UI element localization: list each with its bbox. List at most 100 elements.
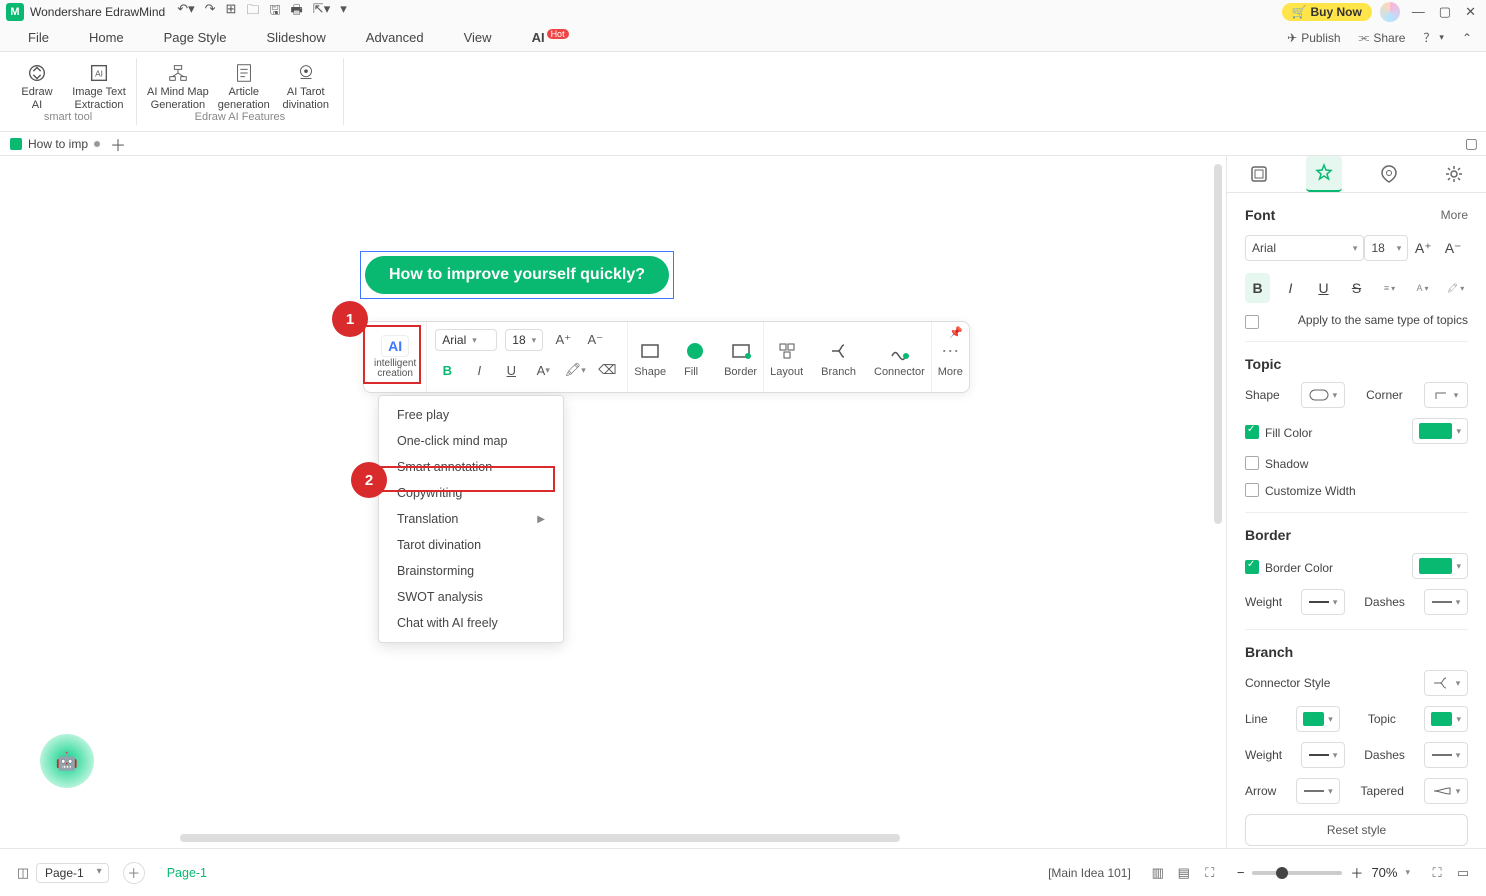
line-color[interactable]: ▾: [1296, 706, 1340, 732]
reset-style-button[interactable]: Reset style: [1245, 814, 1468, 846]
font-select[interactable]: Arial▾: [435, 329, 497, 351]
panel-tab-1[interactable]: [1241, 156, 1277, 192]
vertical-scrollbar[interactable]: [1214, 164, 1222, 524]
ai-item-brainstorming[interactable]: Brainstorming: [379, 558, 563, 584]
image-text-extraction-button[interactable]: AI Image TextExtraction: [72, 62, 126, 111]
increase-font-panel[interactable]: A⁺: [1408, 233, 1438, 263]
menu-pagestyle[interactable]: Page Style: [164, 30, 227, 45]
help-button[interactable]: ？▾: [1423, 29, 1444, 46]
outline-toggle-icon[interactable]: ◫: [14, 864, 32, 882]
ai-mindmap-button[interactable]: AI Mind MapGeneration: [147, 62, 209, 111]
shape-select[interactable]: ▾: [1301, 382, 1345, 408]
ai-item-swot[interactable]: SWOT analysis: [379, 584, 563, 610]
publish-button[interactable]: ✈Publish: [1287, 31, 1340, 45]
italic-button[interactable]: I: [467, 358, 491, 382]
zoom-out-button[interactable]: −: [1237, 865, 1245, 880]
ai-item-chat[interactable]: Chat with AI freely: [379, 610, 563, 636]
increase-font-icon[interactable]: A⁺: [551, 328, 575, 352]
italic-panel[interactable]: I: [1278, 273, 1303, 303]
panel-tab-2-style[interactable]: [1306, 156, 1342, 192]
panel-tab-4[interactable]: [1436, 156, 1472, 192]
menu-advanced[interactable]: Advanced: [366, 30, 424, 45]
active-page-tab[interactable]: Page-1: [167, 866, 207, 880]
zoom-slider[interactable]: [1252, 871, 1342, 875]
save-icon[interactable]: 🖫: [269, 1, 280, 23]
user-avatar[interactable]: [1380, 2, 1400, 22]
font-size-select[interactable]: 18▾: [505, 329, 543, 351]
add-tab-button[interactable]: ＋: [110, 132, 126, 156]
menu-slideshow[interactable]: Slideshow: [267, 30, 326, 45]
menu-file[interactable]: File: [28, 30, 49, 45]
branch-button[interactable]: Branch: [815, 330, 862, 384]
shape-button[interactable]: Shape: [628, 330, 672, 384]
horizontal-scrollbar[interactable]: [180, 834, 900, 842]
border-button[interactable]: Border: [718, 330, 763, 384]
ai-item-translation[interactable]: Translation▶: [379, 506, 563, 532]
buy-now-button[interactable]: 🛒 Buy Now: [1282, 3, 1372, 21]
pin-icon[interactable]: 📌: [949, 326, 963, 339]
zoom-in-button[interactable]: ＋: [1350, 863, 1363, 882]
highlight-button[interactable]: 🖍▾: [563, 358, 587, 382]
menu-view[interactable]: View: [464, 30, 492, 45]
weight-select[interactable]: ▾: [1301, 589, 1345, 615]
branch-weight-select[interactable]: ▾: [1301, 742, 1345, 768]
branch-dashes-select[interactable]: ▾: [1424, 742, 1468, 768]
layout-button[interactable]: Layout: [764, 330, 809, 384]
arrow-select[interactable]: ▾: [1296, 778, 1340, 804]
menu-ai[interactable]: AIHot: [532, 30, 569, 45]
panel-tab-3[interactable]: [1371, 156, 1407, 192]
status-icon-3[interactable]: ⛶: [1201, 864, 1219, 882]
font-more-link[interactable]: More: [1441, 208, 1468, 222]
article-generation-button[interactable]: Articlegeneration: [217, 62, 271, 111]
ai-item-oneclick[interactable]: One-click mind map: [379, 428, 563, 454]
fit-screen-icon[interactable]: ⛶: [1428, 864, 1446, 882]
fill-button[interactable]: Fill: [678, 330, 712, 384]
canvas[interactable]: How to improve yourself quickly? 1 2 📌 A…: [0, 156, 1226, 848]
highlight-panel[interactable]: 🖍: [1443, 273, 1468, 303]
ai-fab-button[interactable]: 🤖: [40, 734, 94, 788]
bold-panel[interactable]: B: [1245, 273, 1270, 303]
maximize-icon[interactable]: ▢: [1439, 4, 1451, 20]
add-page-button[interactable]: ＋: [123, 862, 145, 884]
qat-overflow-icon[interactable]: ▾: [340, 1, 347, 23]
open-icon[interactable]: 🗀: [246, 1, 259, 23]
apply-same-checkbox[interactable]: [1245, 315, 1259, 329]
page-select[interactable]: Page-1: [36, 863, 109, 883]
collapse-ribbon-icon[interactable]: ⌃: [1462, 31, 1472, 45]
connstyle-select[interactable]: ▾: [1424, 670, 1468, 696]
tapered-select[interactable]: ▾: [1424, 778, 1468, 804]
present-icon[interactable]: ▭: [1454, 864, 1472, 882]
topic-color[interactable]: ▾: [1424, 706, 1468, 732]
status-icon-1[interactable]: ▥: [1149, 864, 1167, 882]
clear-format-button[interactable]: ⌫: [595, 358, 619, 382]
dashes-select[interactable]: ▾: [1424, 589, 1468, 615]
font-size-select-panel[interactable]: 18▾: [1364, 235, 1408, 261]
shadow-checkbox[interactable]: [1245, 456, 1259, 470]
align-panel[interactable]: ≡: [1377, 273, 1402, 303]
fontcolor-panel[interactable]: A: [1410, 273, 1435, 303]
close-icon[interactable]: ✕: [1465, 4, 1476, 20]
main-topic[interactable]: How to improve yourself quickly?: [360, 251, 674, 299]
print-icon[interactable]: 🖶: [291, 1, 303, 23]
tab-right-icon[interactable]: ▢: [1465, 135, 1478, 152]
document-tab[interactable]: How to imp: [10, 137, 100, 151]
ai-item-copywriting[interactable]: Copywriting: [379, 480, 563, 506]
underline-button[interactable]: U: [499, 358, 523, 382]
new-icon[interactable]: ⊞: [226, 1, 237, 23]
bordercolor-picker[interactable]: ▾: [1412, 553, 1468, 579]
fillcolor-picker[interactable]: ▾: [1412, 418, 1468, 444]
minimize-icon[interactable]: —: [1412, 4, 1425, 20]
share-button[interactable]: ⫘Share: [1359, 30, 1406, 45]
customwidth-checkbox[interactable]: [1245, 483, 1259, 497]
font-color-button[interactable]: A▾: [531, 358, 555, 382]
corner-select[interactable]: ▾: [1424, 382, 1468, 408]
undo-icon[interactable]: ↶▾: [177, 1, 194, 23]
decrease-font-icon[interactable]: A⁻: [583, 328, 607, 352]
ai-tarot-button[interactable]: AI Tarotdivination: [279, 62, 333, 111]
menu-home[interactable]: Home: [89, 30, 124, 45]
underline-panel[interactable]: U: [1311, 273, 1336, 303]
redo-icon[interactable]: ↷: [205, 1, 216, 23]
ai-item-freeplay[interactable]: Free play: [379, 402, 563, 428]
ai-item-smartannotation[interactable]: Smart annotation: [379, 454, 563, 480]
ai-creation-button[interactable]: AI intelligentcreation: [364, 322, 427, 392]
